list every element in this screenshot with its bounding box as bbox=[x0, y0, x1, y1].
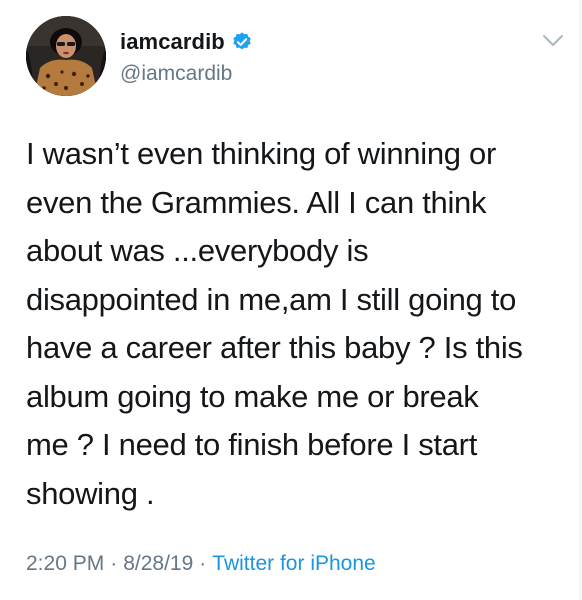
tweet-time[interactable]: 2:20 PM bbox=[26, 552, 104, 575]
handle[interactable]: @iamcardib bbox=[120, 62, 253, 86]
avatar[interactable] bbox=[26, 16, 106, 96]
verified-badge-icon bbox=[231, 31, 253, 53]
tweet-card: iamcardib @iamcardib I wasn’t even think… bbox=[0, 0, 582, 600]
meta-separator: · bbox=[110, 552, 118, 575]
tweet-source-link[interactable]: Twitter for iPhone bbox=[212, 552, 375, 575]
tweet-date[interactable]: 8/28/19 bbox=[123, 552, 193, 575]
author-block: iamcardib @iamcardib bbox=[120, 28, 253, 86]
chevron-down-icon[interactable] bbox=[542, 34, 564, 48]
tweet-text: I wasn’t even thinking of winning or eve… bbox=[26, 136, 523, 511]
name-row: iamcardib bbox=[120, 28, 253, 56]
tweet-meta: 2:20 PM · 8/28/19 · Twitter for iPhone bbox=[26, 552, 376, 576]
display-name[interactable]: iamcardib bbox=[120, 29, 225, 55]
avatar-image bbox=[26, 16, 106, 96]
meta-separator: · bbox=[199, 552, 207, 575]
